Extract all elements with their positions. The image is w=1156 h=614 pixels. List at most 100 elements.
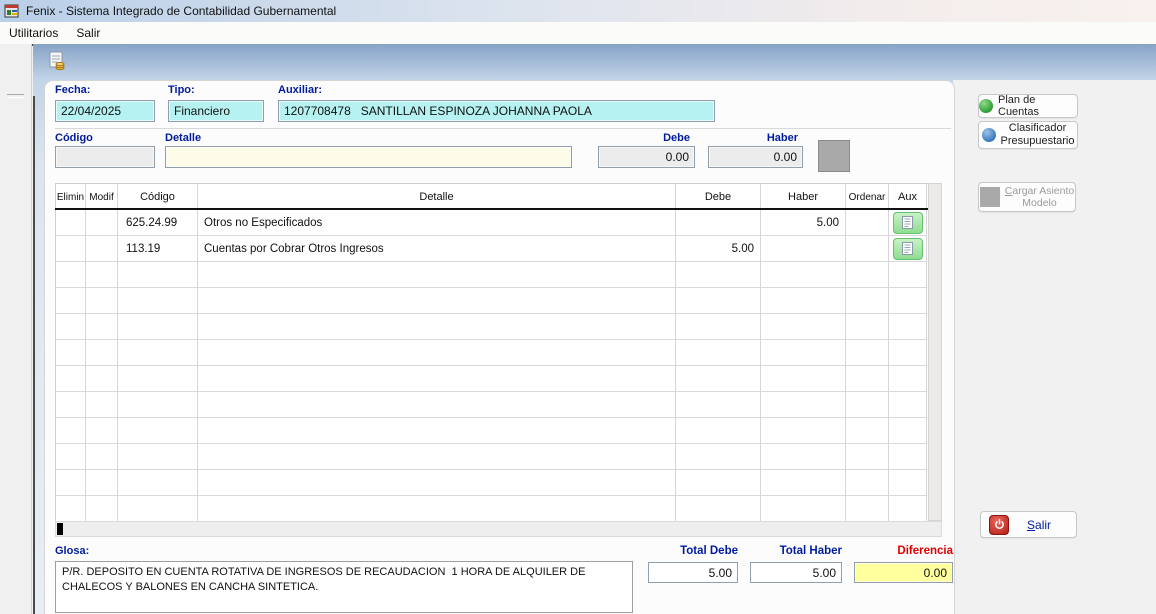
collapsed-left-panel[interactable]	[0, 44, 32, 614]
header-debe: Debe	[676, 184, 761, 210]
cell-aux	[889, 210, 927, 236]
entries-table: Elimin Modif Código Detalle Debe Haber O…	[55, 183, 930, 523]
diferencia-field[interactable]	[854, 562, 953, 583]
cell-haber	[761, 262, 846, 288]
cell-modif	[86, 288, 118, 314]
plan-de-cuentas-button[interactable]: Plan de Cuentas	[978, 94, 1078, 118]
cell-haber	[761, 288, 846, 314]
aux-document-icon	[902, 242, 913, 255]
table-horizontal-scrollbar[interactable]	[55, 521, 942, 537]
cell-haber	[761, 314, 846, 340]
clasificador-presupuestario-button[interactable]: Clasificador Presupuestario	[978, 121, 1078, 149]
table-row[interactable]	[56, 288, 929, 314]
cell-haber: 5.00	[761, 210, 846, 236]
cell-ordenar	[846, 340, 889, 366]
cell-haber	[761, 236, 846, 262]
menu-item-salir[interactable]: Salir	[67, 24, 109, 42]
table-row[interactable]	[56, 444, 929, 470]
cell-haber	[761, 418, 846, 444]
app-icon	[4, 3, 20, 19]
aux-button[interactable]	[893, 238, 923, 260]
cell-detalle: Cuentas por Cobrar Otros Ingresos	[198, 236, 676, 262]
entries-table-body: 625.24.99 Otros no Especificados 5.00	[56, 210, 929, 522]
cell-ordenar	[846, 210, 889, 236]
panel-grip[interactable]	[7, 94, 24, 98]
total-debe-label: Total Debe	[648, 545, 738, 557]
cell-detalle	[198, 418, 676, 444]
cell-ordenar	[846, 366, 889, 392]
glosa-textarea[interactable]: P/R. DEPOSITO EN CUENTA ROTATIVA DE INGR…	[55, 561, 633, 613]
cell-modif	[86, 392, 118, 418]
cell-elimin	[56, 470, 86, 496]
fecha-field[interactable]	[55, 100, 155, 122]
table-row[interactable]	[56, 418, 929, 444]
cell-detalle	[198, 496, 676, 522]
table-row[interactable]: 625.24.99 Otros no Especificados 5.00	[56, 210, 929, 236]
cell-modif	[86, 314, 118, 340]
cell-detalle	[198, 366, 676, 392]
cell-codigo	[118, 392, 198, 418]
debe-entry-label: Debe	[598, 132, 690, 144]
detalle-entry-field[interactable]	[165, 146, 572, 168]
salir-button[interactable]: Salir	[980, 511, 1077, 538]
table-row[interactable]	[56, 314, 929, 340]
cargar-label-line1: argar Asiento	[1012, 185, 1074, 197]
cell-elimin	[56, 496, 86, 522]
header-haber: Haber	[761, 184, 846, 210]
diferencia-label: Diferencia	[854, 545, 953, 557]
hscroll-thumb[interactable]	[57, 523, 63, 535]
table-row[interactable]	[56, 496, 929, 522]
cargar-asiento-modelo-button[interactable]: Cargar Asiento Modelo	[978, 182, 1076, 212]
cell-elimin	[56, 236, 86, 262]
cell-debe	[676, 366, 761, 392]
cell-haber	[761, 444, 846, 470]
cell-haber	[761, 392, 846, 418]
table-row[interactable]	[56, 366, 929, 392]
cell-ordenar	[846, 314, 889, 340]
cell-modif	[86, 210, 118, 236]
table-row[interactable]: 113.19 Cuentas por Cobrar Otros Ingresos…	[56, 236, 929, 262]
cell-detalle	[198, 340, 676, 366]
total-haber-field[interactable]	[750, 562, 842, 583]
new-entry-button[interactable]	[45, 51, 69, 75]
panel-splitter[interactable]	[33, 96, 35, 614]
cell-codigo	[118, 418, 198, 444]
cell-modif	[86, 418, 118, 444]
header-aux: Aux	[889, 184, 927, 210]
cell-aux	[889, 236, 927, 262]
cell-haber	[761, 470, 846, 496]
cell-debe: 5.00	[676, 236, 761, 262]
menu-item-utilitarios[interactable]: Utilitarios	[0, 24, 67, 42]
menu-bar: Utilitarios Salir	[0, 22, 1156, 46]
auxiliar-field[interactable]	[278, 100, 715, 122]
header-ordenar: Ordenar	[846, 184, 889, 210]
cell-ordenar	[846, 470, 889, 496]
aux-button[interactable]	[893, 212, 923, 234]
cell-aux	[889, 366, 927, 392]
cell-aux	[889, 496, 927, 522]
cell-modif	[86, 496, 118, 522]
cell-aux	[889, 314, 927, 340]
cell-debe	[676, 288, 761, 314]
clasificador-label-line1: Clasificador	[1009, 122, 1066, 135]
cell-ordenar	[846, 496, 889, 522]
table-vertical-scrollbar[interactable]	[928, 183, 942, 521]
total-debe-field[interactable]	[648, 562, 738, 583]
table-row[interactable]	[56, 470, 929, 496]
debe-entry-field[interactable]	[598, 146, 695, 168]
codigo-entry-field[interactable]	[55, 146, 155, 168]
blank-action-button[interactable]	[818, 140, 850, 172]
cell-codigo	[118, 262, 198, 288]
cell-debe	[676, 470, 761, 496]
cell-aux	[889, 340, 927, 366]
table-row[interactable]	[56, 392, 929, 418]
total-haber-label: Total Haber	[750, 545, 842, 557]
cell-elimin	[56, 314, 86, 340]
cell-codigo: 113.19	[118, 236, 198, 262]
aux-document-icon	[902, 216, 913, 229]
tipo-field[interactable]	[168, 100, 264, 122]
table-row[interactable]	[56, 262, 929, 288]
cell-detalle	[198, 444, 676, 470]
table-row[interactable]	[56, 340, 929, 366]
haber-entry-field[interactable]	[708, 146, 803, 168]
